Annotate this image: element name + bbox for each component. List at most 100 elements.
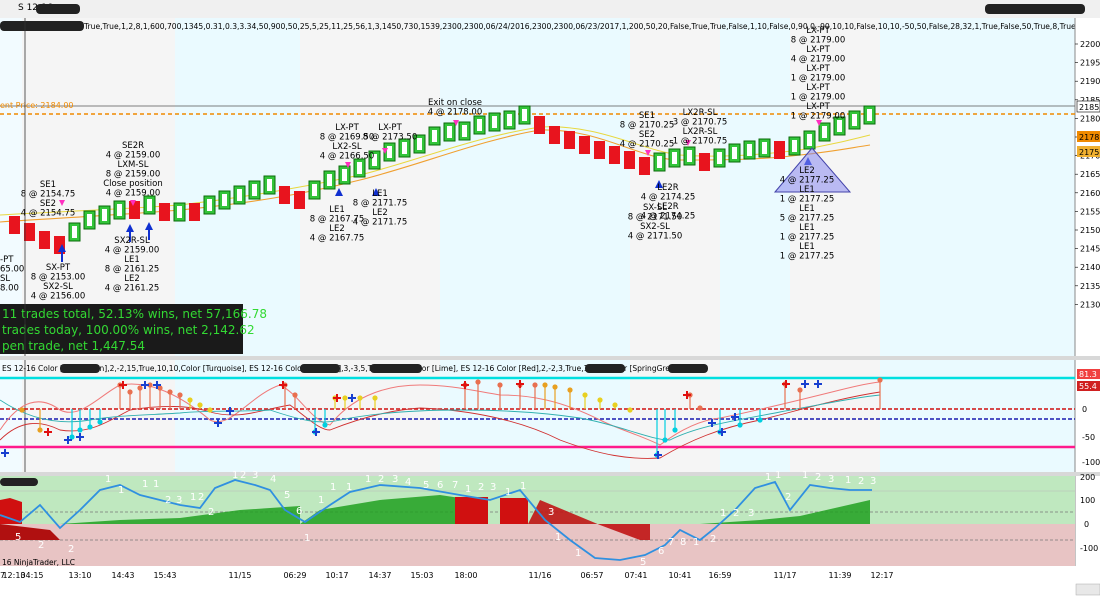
time-label: 11/15 (228, 571, 251, 580)
oscillator-count-label: 2 (378, 474, 384, 485)
price-tick: 2180 (1080, 114, 1100, 123)
bear-brick (294, 191, 305, 209)
indicator-dot (69, 434, 75, 440)
price-tick: 2200 (1080, 40, 1100, 49)
brick-hollow (822, 126, 827, 138)
bear-brick (564, 131, 575, 149)
oscillator-count-label: 7 (668, 537, 674, 548)
brick-hollow (657, 156, 662, 168)
oscillator-count-label: 3 (490, 482, 496, 493)
price-tick: 2135 (1080, 282, 1100, 291)
annotation-text: 4 @ 2179.00 (791, 55, 845, 65)
oscillator-count-label: 1 (555, 532, 561, 543)
annotation-text: 4 @ 2171.75 (353, 218, 407, 228)
brick-hollow (732, 147, 737, 159)
bear-brick (549, 126, 560, 144)
brick-hollow (837, 120, 842, 132)
annotation-text: SX2-SL (43, 282, 73, 292)
oscillator-count-label: 1 (232, 470, 238, 481)
annotation-text: LX-PT (806, 83, 830, 93)
brick-hollow (387, 146, 392, 158)
indicator-dot (207, 407, 213, 413)
indicator-dot (322, 422, 328, 428)
oscillator-count-label: 1 (118, 485, 124, 496)
scroll-handle[interactable] (1075, 583, 1100, 596)
bear-brick (699, 153, 710, 171)
brick-hollow (492, 116, 497, 128)
annotation-text: 4 @ 2156.00 (31, 292, 85, 302)
annotation-text: LX-PT (378, 123, 402, 133)
panel-divider[interactable] (0, 356, 1100, 360)
bear-brick (579, 136, 590, 154)
oscillator-count-label: 6 (437, 480, 443, 491)
oscillator-count-label: 2 (733, 508, 739, 519)
annotation-text: 3 @ 2170.75 (673, 118, 727, 128)
brick-hollow (687, 150, 692, 162)
oscillator-count-label: 1 (330, 482, 336, 493)
bear-brick (279, 186, 290, 204)
brick-hollow (237, 189, 242, 201)
time-label: 10:41 (668, 571, 691, 580)
brick-hollow (417, 138, 422, 150)
time-label: 11/17 (773, 571, 796, 580)
time-label: 10:17 (325, 571, 348, 580)
bear-brick (594, 141, 605, 159)
annotation-text: 8 @ 2173.50 (363, 133, 417, 143)
annotation-text: 4 @ 2178.00 (428, 108, 482, 118)
oscillator-count-label: 4 (270, 474, 276, 485)
brick-hollow (207, 199, 212, 211)
indicator-dot (597, 397, 603, 403)
annotation-text: 8 @ 2159.00 (106, 170, 160, 180)
annotation-text: LE1 (329, 205, 345, 215)
brick-hollow (762, 142, 767, 154)
svg-text:-50: -50 (1082, 433, 1095, 442)
brick-hollow (252, 184, 257, 196)
annotation-text: LE1 (124, 255, 140, 265)
panel-divider[interactable] (0, 472, 1100, 476)
indicator-dot (177, 392, 183, 398)
indicator-dot (497, 382, 503, 388)
oscillator-count-label: 6 (658, 546, 664, 557)
time-label: 15:43 (153, 571, 176, 580)
indicator-dot (19, 407, 25, 413)
annotation-text: 1 @ 2177.25 (780, 233, 834, 243)
annotation-text: 1 @ 2179.00 (791, 74, 845, 84)
annotation-text: 1 @ 2179.00 (791, 112, 845, 122)
indicator-dot (877, 377, 883, 383)
oscillator-count-label: 3 (748, 508, 754, 519)
oscillator-count-label: 3 (870, 476, 876, 487)
indicator-dot (797, 387, 803, 393)
svg-text:-100: -100 (1080, 544, 1098, 553)
annotation-text: LXM-SL (117, 160, 148, 170)
badge-ma-fast: 2178 (1079, 133, 1099, 142)
annotation-text: 8 @ 2171.50 (628, 213, 682, 223)
oscillator-count-label: 1 (304, 533, 310, 544)
oscillator-count-label: 1 (365, 474, 371, 485)
time-label: 34:15 (20, 571, 43, 580)
bear-brick (639, 157, 650, 175)
brick-hollow (867, 109, 872, 121)
annotation-text: 8 @ 2179.00 (791, 36, 845, 46)
brick-hollow (462, 125, 467, 137)
performance-summary: 11 trades total, 52.13% wins, net 57,166… (0, 304, 267, 354)
svg-text:200: 200 (1080, 473, 1095, 482)
annotation-text: LX-PT (806, 64, 830, 74)
annotation-text: LE1 (799, 185, 815, 195)
annotation-text: LE2 (799, 166, 815, 176)
histogram-block-red (500, 498, 528, 524)
indicator-dot (372, 395, 378, 401)
annotation-text: 1 @ 2177.25 (780, 195, 834, 205)
time-label: 12:17 (870, 571, 893, 580)
brick-hollow (747, 144, 752, 156)
oscillator-count-label: 2 (38, 540, 44, 551)
oscillator-count-label: 2 (198, 492, 204, 503)
copyright-label: 16 NinjaTrader, LLC (2, 558, 75, 567)
ninjatrader-chart[interactable]: True,True,1,2,8,1,600,700,1345,0.31,0.3,… (0, 18, 1100, 600)
time-label: 15:03 (410, 571, 433, 580)
annotation-text: 8 @ 2161.25 (105, 265, 159, 275)
time-label: 18:00 (454, 571, 477, 580)
brick-hollow (117, 204, 122, 216)
bear-brick (159, 203, 170, 221)
svg-text:0: 0 (1082, 405, 1087, 414)
indicator-dot (612, 402, 618, 408)
